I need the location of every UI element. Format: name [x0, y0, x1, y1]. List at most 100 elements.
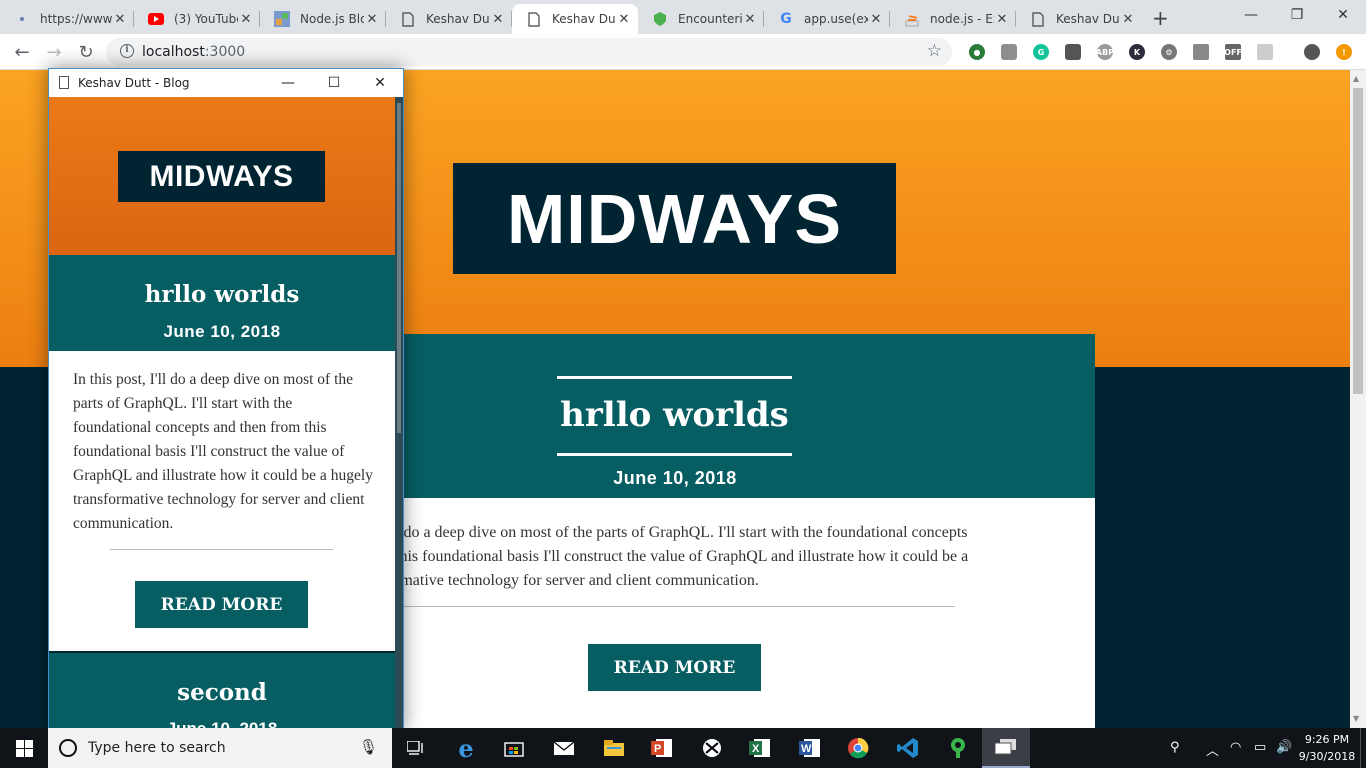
word-icon[interactable]: W — [786, 728, 834, 768]
popup-post2-title[interactable]: second — [49, 679, 395, 706]
update-alert-icon[interactable]: ! — [1336, 44, 1352, 60]
tab-title: app.use(exp — [804, 12, 868, 26]
popup-site-logo[interactable]: MIDWAYS — [118, 151, 325, 202]
maximize-icon[interactable]: ❐ — [1274, 0, 1320, 30]
bookmark-star-icon[interactable]: ☆ — [927, 41, 942, 61]
people-icon[interactable]: ⚲ — [1170, 740, 1180, 755]
adblock-plus-icon[interactable]: ABP — [1096, 44, 1114, 60]
close-icon[interactable]: ✕ — [365, 73, 395, 93]
popup-post-title[interactable]: hrllo worlds — [49, 281, 395, 308]
svg-text:P: P — [654, 743, 661, 755]
divider — [395, 606, 955, 607]
clock-date: 9/30/2018 — [1298, 750, 1356, 763]
address-bar[interactable]: i localhost:3000 ☆ — [106, 38, 952, 66]
tab-title: Encounterin — [678, 12, 742, 26]
popup-hero: MIDWAYS — [49, 97, 395, 255]
scroll-down-icon[interactable]: ▼ — [1353, 714, 1359, 723]
tab-7[interactable]: node.js - Ex ✕ — [890, 4, 1016, 34]
wifi-icon[interactable]: ◠ — [1230, 740, 1241, 755]
svg-text:X: X — [752, 743, 760, 755]
popup-page: MIDWAYS hrllo worlds June 10, 2018 In th… — [49, 97, 395, 729]
minimize-icon[interactable]: — — [273, 73, 303, 93]
read-more-button[interactable]: READ MORE — [588, 644, 761, 691]
forward-arrow-icon[interactable]: → — [42, 40, 66, 64]
tab-8[interactable]: Keshav Dutt ✕ — [1016, 4, 1142, 34]
chevron-up-icon[interactable]: ︿ — [1206, 740, 1219, 759]
page-icon — [1030, 11, 1046, 27]
battery-icon[interactable]: ▭ — [1254, 740, 1266, 755]
profile-avatar[interactable] — [1304, 44, 1320, 60]
close-icon[interactable]: ✕ — [868, 12, 884, 27]
info-icon[interactable]: i — [120, 44, 134, 58]
tab-6[interactable]: G app.use(exp ✕ — [764, 4, 890, 34]
extension-shield-icon[interactable] — [1001, 44, 1017, 60]
extension-doc-icon[interactable] — [1257, 44, 1273, 60]
close-icon[interactable]: ✕ — [112, 12, 128, 27]
extension-globe-icon[interactable]: ● — [969, 44, 985, 60]
stackoverflow-icon — [904, 11, 920, 27]
extension-off-icon[interactable]: OFF — [1224, 44, 1242, 60]
close-icon[interactable]: ✕ — [490, 12, 506, 27]
show-desktop-button[interactable] — [1360, 728, 1366, 768]
post-title[interactable]: hrllo worlds — [557, 376, 792, 456]
close-icon[interactable]: ✕ — [1120, 12, 1136, 27]
popup-read-more-button[interactable]: READ MORE — [135, 581, 308, 628]
close-icon[interactable]: ✕ — [742, 12, 758, 27]
popup-scrollbar[interactable] — [395, 97, 403, 729]
edge-icon[interactable]: e — [442, 728, 490, 768]
new-tab-button[interactable]: + — [1152, 6, 1169, 30]
sourcetree-icon[interactable] — [934, 728, 982, 768]
mail-icon[interactable] — [540, 728, 588, 768]
system-clock[interactable]: 9:26 PM 9/30/2018 — [1296, 731, 1358, 765]
scroll-up-icon[interactable]: ▲ — [1353, 74, 1359, 83]
scrollbar-thumb[interactable] — [1353, 88, 1363, 394]
file-explorer-icon[interactable] — [590, 728, 638, 768]
windows-start-icon[interactable] — [0, 728, 48, 768]
page-scrollbar[interactable]: ▲ ▼ — [1350, 70, 1366, 728]
site-logo[interactable]: MIDWAYS — [453, 163, 896, 274]
popup-scrollbar-thumb[interactable] — [397, 103, 401, 433]
volume-icon[interactable]: 🔊 — [1276, 740, 1292, 755]
url-text[interactable]: localhost:3000 — [142, 44, 245, 60]
vscode-icon[interactable] — [884, 728, 932, 768]
extension-k-icon[interactable]: K — [1129, 44, 1145, 60]
maximize-icon[interactable]: ☐ — [319, 73, 349, 93]
back-arrow-icon[interactable]: ← — [10, 40, 34, 64]
post-excerpt: l do a deep dive on most of the parts of… — [395, 524, 969, 589]
task-view-icon[interactable] — [392, 728, 440, 768]
powerpoint-icon[interactable]: P — [638, 728, 686, 768]
browser-toolbar: ← → ↻ i localhost:3000 ☆ ● G ABP K ⚙ OFF… — [0, 34, 1366, 70]
close-icon[interactable]: ✕ — [238, 12, 254, 27]
close-window-icon[interactable]: ✕ — [1320, 0, 1366, 30]
tab-5[interactable]: Encounterin ✕ — [638, 4, 764, 34]
tab-1[interactable]: (3) YouTube ✕ — [134, 4, 260, 34]
xbox-icon[interactable] — [688, 728, 736, 768]
tab-2[interactable]: Node.js Blo ✕ — [260, 4, 386, 34]
reload-icon[interactable]: ↻ — [74, 40, 98, 64]
dot-icon — [14, 11, 30, 27]
image-icon — [274, 11, 290, 27]
tab-title: https://www — [40, 12, 112, 26]
chrome-icon[interactable] — [834, 728, 882, 768]
popup-post-body: In this post, I'll do a deep dive on mos… — [49, 351, 395, 651]
store-icon[interactable] — [490, 728, 538, 768]
popup-titlebar[interactable]: Keshav Dutt - Blog — ☐ ✕ — [49, 69, 403, 97]
close-icon[interactable]: ✕ — [994, 12, 1010, 27]
minimize-icon[interactable]: — — [1228, 0, 1274, 30]
tab-4-active[interactable]: Keshav Dutt ✕ — [512, 4, 638, 34]
extension-car-icon[interactable] — [1065, 44, 1081, 60]
taskbar-search[interactable]: Type here to search 🎙 — [48, 728, 392, 768]
desktop-app-icon[interactable] — [982, 728, 1030, 768]
tab-3[interactable]: Keshav Dutt ✕ — [386, 4, 512, 34]
grammarly-icon[interactable]: G — [1033, 44, 1049, 60]
tab-title: Keshav Dutt — [552, 12, 616, 26]
url-host: localhost — [142, 44, 205, 60]
close-icon[interactable]: ✕ — [616, 12, 632, 27]
microphone-icon[interactable]: 🎙 — [359, 738, 378, 756]
extension-gear-icon[interactable]: ⚙ — [1161, 44, 1177, 60]
extension-grid-icon[interactable] — [1193, 44, 1209, 60]
close-icon[interactable]: ✕ — [364, 12, 380, 27]
popup-post2-header: second June 10, 2018 — [49, 653, 395, 729]
tab-0[interactable]: https://www ✕ — [0, 4, 134, 34]
excel-icon[interactable]: X — [736, 728, 784, 768]
